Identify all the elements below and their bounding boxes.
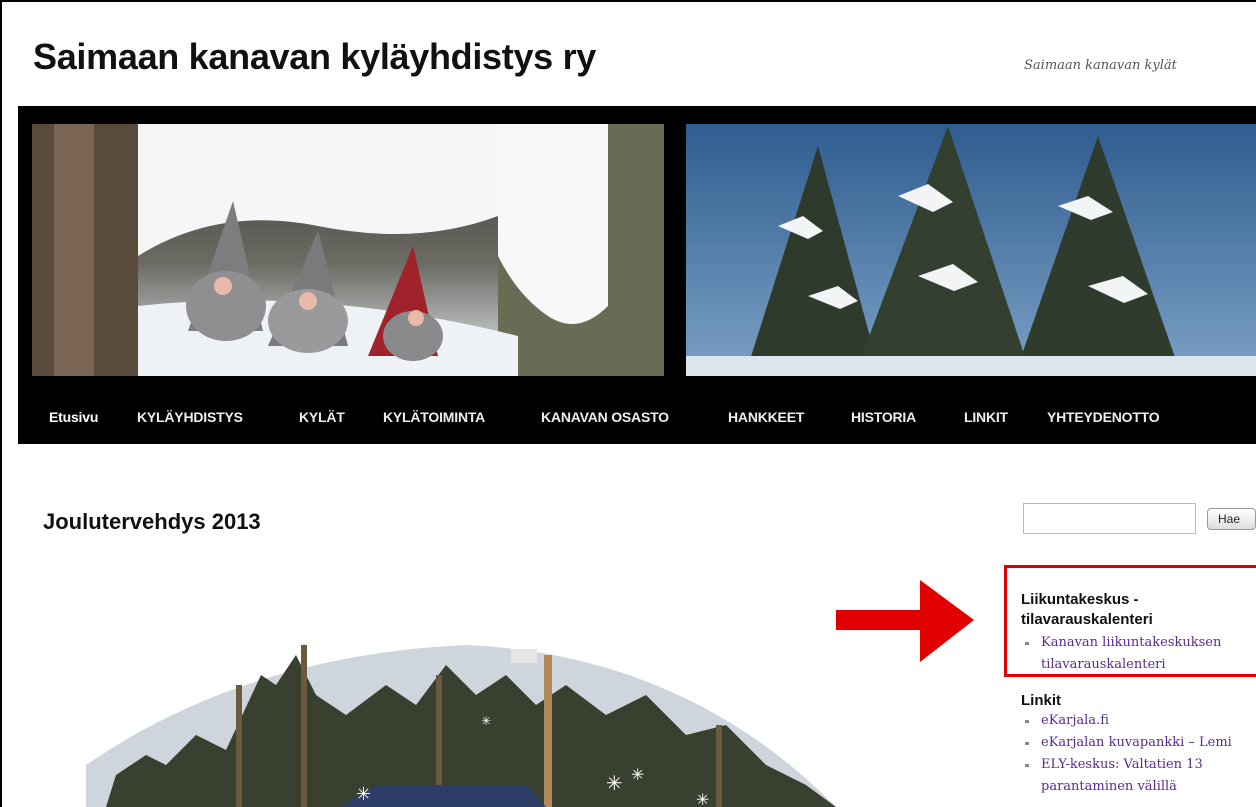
nav-item-yhteydenotto[interactable]: YHTEYDENOTTO [1047, 409, 1160, 425]
svg-text:✳: ✳ [481, 714, 491, 728]
nav-item-linkit[interactable]: LINKIT [964, 409, 1008, 425]
svg-text:✳: ✳ [606, 771, 623, 795]
widget-link[interactable]: parantaminen välillä [1041, 779, 1177, 794]
widget-title-line: tilavarauskalenteri [1021, 611, 1153, 628]
search-input[interactable] [1023, 503, 1196, 534]
right-arrow-icon [836, 580, 974, 662]
nav-item-kylayhdistys[interactable]: KYLÄYHDISTYS [137, 409, 243, 425]
list-item[interactable]: ELY-keskus: Valtatien 13 [1021, 754, 1232, 776]
list-item[interactable]: eKarjalan kuvapankki – Lemi [1021, 732, 1232, 754]
search-button[interactable]: Hae [1207, 508, 1256, 530]
nav-item-historia[interactable]: HISTORIA [851, 409, 916, 425]
list-item[interactable]: Kanavan liikuntakeskuksen [1021, 632, 1221, 654]
widget-link[interactable]: tilavarauskalenteri [1041, 657, 1166, 672]
svg-text:✳: ✳ [696, 790, 709, 807]
list-item[interactable]: tilavarauskalenteri [1021, 654, 1221, 676]
site-description: Saimaan kanavan kylät [1024, 58, 1177, 73]
nav-item-etusivu[interactable]: Etusivu [49, 409, 98, 425]
frame-top-border [0, 0, 1256, 2]
nav-item-kylatoiminta[interactable]: KYLÄTOIMINTA [383, 409, 485, 425]
main-navigation: Etusivu KYLÄYHDISTYS KYLÄT KYLÄTOIMINTA … [18, 386, 1256, 444]
frame-left-border [0, 0, 2, 807]
widget-title-linkit: Linkit [1021, 692, 1061, 709]
widget-link[interactable]: eKarjala.fi [1041, 713, 1109, 728]
list-item[interactable]: parantaminen välillä [1021, 776, 1232, 798]
widget-title-liikuntakeskus: Liikuntakeskus - tilavarauskalenteri [1021, 590, 1153, 630]
site-title[interactable]: Saimaan kanavan kyläyhdistys ry [33, 36, 596, 78]
svg-text:✳: ✳ [356, 784, 371, 805]
widget-link[interactable]: Kanavan liikuntakeskuksen [1041, 635, 1221, 650]
svg-text:✳: ✳ [631, 765, 644, 784]
widget-link[interactable]: ELY-keskus: Valtatien 13 [1041, 757, 1203, 772]
post-image: ✳ ✳ ✳ ✳ ✳ [86, 615, 836, 807]
post-title[interactable]: Joulutervehdys 2013 [43, 509, 261, 535]
widget-list-linkit: eKarjala.fi eKarjalan kuvapankki – Lemi … [1021, 710, 1232, 798]
list-item[interactable]: eKarjala.fi [1021, 710, 1232, 732]
nav-item-kylat[interactable]: KYLÄT [299, 409, 345, 425]
nav-item-hankkeet[interactable]: HANKKEET [728, 409, 804, 425]
widget-title-line: Liikuntakeskus - [1021, 591, 1139, 608]
widget-list-liikuntakeskus: Kanavan liikuntakeskuksen tilavarauskale… [1021, 632, 1221, 676]
nav-item-kanavan-osasto[interactable]: KANAVAN OSASTO [541, 409, 669, 425]
header-image [18, 106, 1256, 386]
widget-link[interactable]: eKarjalan kuvapankki – Lemi [1041, 735, 1232, 750]
